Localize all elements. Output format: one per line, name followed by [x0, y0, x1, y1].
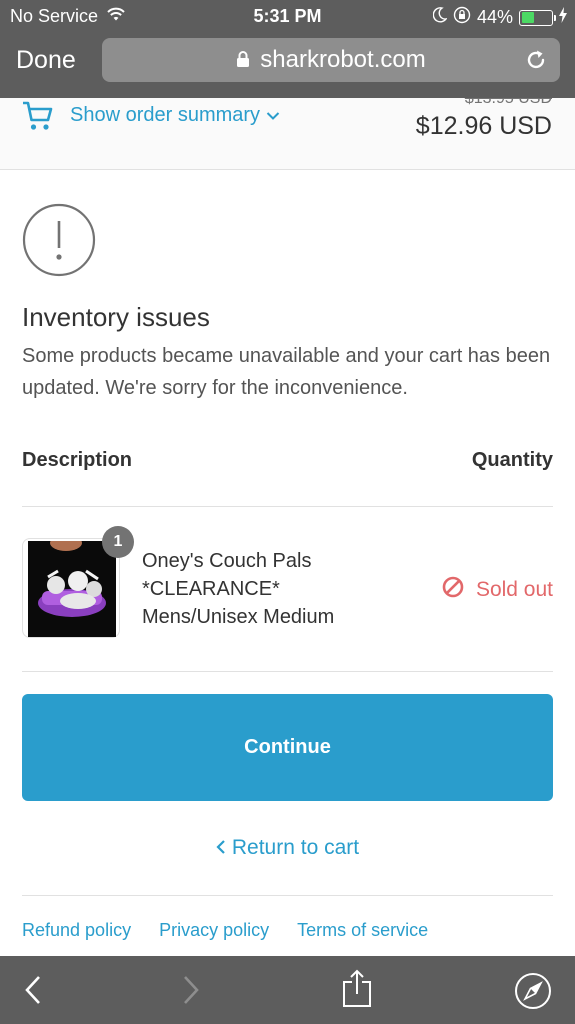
column-quantity: Quantity	[471, 449, 553, 471]
footer-links: Refund policy Privacy policy Terms of se…	[22, 920, 428, 941]
status-bar: No Service 5:31 PM 44%	[0, 0, 575, 34]
column-description: Description	[22, 449, 133, 471]
product-title: Oney's Couch Pals *CLEARANCE*	[142, 550, 312, 600]
back-arrow-icon[interactable]	[22, 973, 44, 1012]
product-image	[28, 541, 116, 637]
notice-message: Some products became unavailable and you…	[22, 345, 551, 399]
lock-icon	[237, 51, 250, 67]
chevron-down-icon	[266, 104, 280, 127]
privacy-policy-link[interactable]: Privacy policy	[159, 920, 269, 941]
url-display: sharkrobot.com	[102, 46, 560, 74]
safari-compass-icon[interactable]	[514, 972, 552, 1015]
forward-arrow-icon[interactable]	[180, 973, 202, 1012]
chevron-left-icon	[216, 840, 225, 854]
sold-out-status: Sold out	[442, 576, 553, 604]
moon-icon	[432, 7, 448, 28]
divider	[22, 895, 553, 896]
quantity-badge: 1	[102, 526, 134, 558]
battery-icon	[519, 9, 556, 26]
prohibited-icon	[442, 576, 464, 604]
divider	[22, 671, 553, 672]
battery-fill	[521, 12, 535, 23]
sold-out-label: Sold out	[475, 578, 553, 601]
terms-of-service-link[interactable]: Terms of service	[297, 920, 428, 941]
return-to-cart-link[interactable]: Return to cart	[22, 836, 553, 860]
share-icon[interactable]	[341, 968, 373, 1013]
refund-policy-link[interactable]: Refund policy	[22, 920, 131, 941]
url-text: sharkrobot.com	[260, 46, 426, 73]
continue-button[interactable]: Continue	[22, 694, 553, 801]
return-to-cart-label: Return to cart	[231, 836, 360, 859]
product-name: Oney's Couch Pals *CLEARANCE* Mens/Unise…	[142, 547, 422, 631]
notice-title: Inventory issues	[22, 302, 210, 332]
charging-bolt-icon	[559, 7, 567, 28]
product-variant: Mens/Unisex Medium	[142, 606, 335, 628]
battery-percent: 44%	[476, 7, 513, 27]
total-price: $12.96 USD	[415, 112, 552, 140]
summary-toggle-label: Show order summary	[70, 104, 261, 126]
show-order-summary-toggle[interactable]: Show order summary	[70, 104, 280, 127]
status-right: 44%	[432, 6, 567, 29]
product-thumbnail	[22, 538, 120, 638]
reload-icon[interactable]	[524, 48, 548, 79]
browser-chrome: No Service 5:31 PM 44% Done sharkrobot.c…	[0, 0, 575, 98]
original-price: $13.95 USD	[464, 98, 552, 107]
rotation-lock-icon	[453, 6, 471, 29]
done-button[interactable]: Done	[16, 46, 76, 75]
cart-icon[interactable]	[22, 100, 54, 137]
exclamation-circle-icon	[22, 203, 96, 282]
bottom-toolbar	[0, 956, 575, 1024]
order-summary-bar: Show order summary $13.95 USD $12.96 USD	[0, 98, 575, 170]
divider	[22, 506, 553, 507]
address-bar[interactable]: sharkrobot.com	[102, 38, 560, 82]
